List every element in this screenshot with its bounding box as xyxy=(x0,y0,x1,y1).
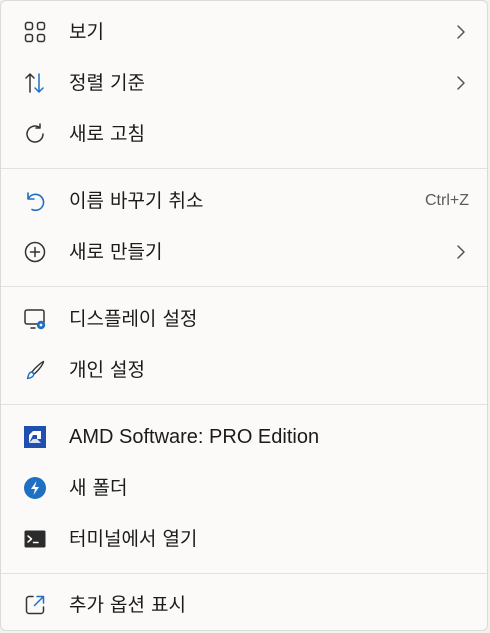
menu-item-label: 이름 바꾸기 취소 xyxy=(69,190,204,212)
menu-item-label: AMD Software: PRO Edition xyxy=(69,426,320,448)
menu-item-open-in-terminal[interactable]: 터미널에서 열기 xyxy=(9,516,481,562)
menu-item-sort-by[interactable]: 정렬 기준 xyxy=(9,60,481,106)
menu-item-label: 새 폴더 xyxy=(69,477,128,499)
sort-icon xyxy=(23,71,47,95)
menu-item-new-folder[interactable]: 새 폴더 xyxy=(9,465,481,511)
grid-view-icon xyxy=(23,20,47,44)
new-folder-app-icon xyxy=(23,476,47,500)
chevron-right-icon xyxy=(453,24,469,40)
brush-icon xyxy=(23,358,47,382)
menu-item-undo-rename[interactable]: 이름 바꾸기 취소 Ctrl+Z xyxy=(9,178,481,224)
refresh-icon xyxy=(23,122,47,146)
menu-item-label: 보기 xyxy=(69,21,104,43)
menu-item-display-settings[interactable]: 디스플레이 설정 xyxy=(9,296,481,342)
plus-circle-icon xyxy=(23,240,47,264)
menu-item-label: 새로 고침 xyxy=(69,123,145,145)
menu-separator xyxy=(1,286,487,287)
menu-separator xyxy=(1,168,487,169)
menu-item-personalize[interactable]: 개인 설정 xyxy=(9,347,481,393)
menu-item-amd-software[interactable]: AMD Software: PRO Edition xyxy=(9,414,481,460)
menu-item-label: 새로 만들기 xyxy=(69,241,163,263)
amd-logo-icon xyxy=(23,425,47,449)
display-settings-icon xyxy=(23,307,47,331)
menu-item-label: 디스플레이 설정 xyxy=(69,308,198,330)
keyboard-shortcut: Ctrl+Z xyxy=(425,192,469,209)
menu-item-label: 추가 옵션 표시 xyxy=(69,594,186,616)
desktop-context-menu: 보기 정렬 기준 새로 고침 이름 바꾸기 취소 Ctrl+Z 새로 만들기 디… xyxy=(0,0,488,631)
menu-item-label: 터미널에서 열기 xyxy=(69,528,198,550)
chevron-right-icon xyxy=(453,244,469,260)
share-open-icon xyxy=(23,593,47,617)
menu-separator xyxy=(1,404,487,405)
menu-item-refresh[interactable]: 새로 고침 xyxy=(9,111,481,157)
menu-item-show-more-options[interactable]: 추가 옵션 표시 xyxy=(9,582,481,628)
menu-separator xyxy=(1,573,487,574)
undo-icon xyxy=(23,189,47,213)
menu-item-label: 정렬 기준 xyxy=(69,72,145,94)
menu-item-label: 개인 설정 xyxy=(69,359,145,381)
terminal-icon xyxy=(23,527,47,551)
menu-item-view[interactable]: 보기 xyxy=(9,9,481,55)
menu-item-new[interactable]: 새로 만들기 xyxy=(9,229,481,275)
chevron-right-icon xyxy=(453,75,469,91)
